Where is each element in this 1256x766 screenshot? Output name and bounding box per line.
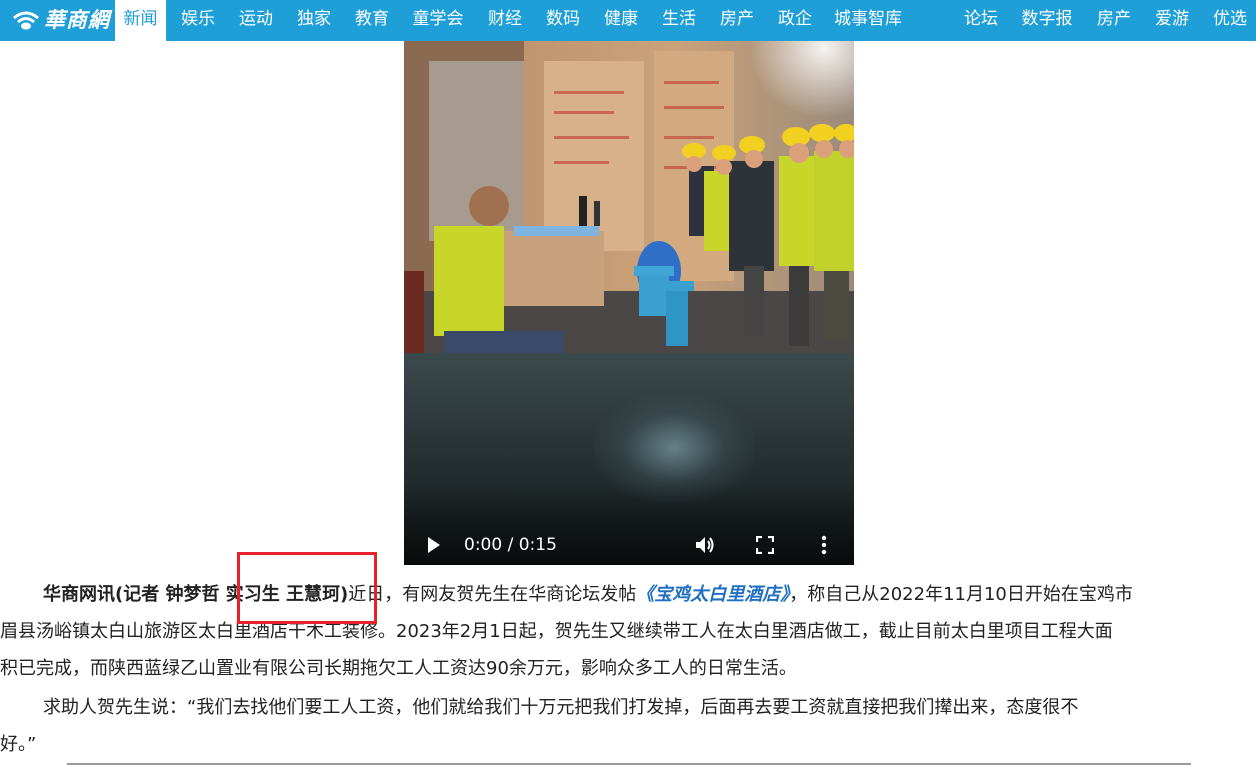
- nav-item[interactable]: 运动: [230, 0, 282, 41]
- video-controls: 0:00 / 0:15: [404, 481, 854, 565]
- play-icon[interactable]: [428, 537, 440, 553]
- nav-item[interactable]: 城事智库: [827, 0, 909, 41]
- nav-item[interactable]: 生活: [653, 0, 705, 41]
- nav-item[interactable]: 爱游: [1146, 0, 1198, 41]
- fullscreen-icon[interactable]: [756, 536, 774, 554]
- nav-item[interactable]: 童学会: [404, 0, 472, 41]
- more-vert-icon[interactable]: [821, 535, 827, 555]
- nav-item[interactable]: 健康: [595, 0, 647, 41]
- volume-icon[interactable]: [694, 534, 716, 556]
- nav-item[interactable]: 财经: [479, 0, 531, 41]
- top-nav-bar: 華商網 新闻 娱乐 运动 独家 教育 童学会 财经 数码 健康 生活 房产 政企 城事智库 论坛 数字报 房产…: [0, 0, 1256, 41]
- nav-item[interactable]: 政企: [769, 0, 821, 41]
- divider: [67, 763, 1191, 765]
- article-text: 近日，有网友贺先生在华商论坛发帖: [348, 584, 637, 605]
- forum-post-link[interactable]: 《宝鸡太白里酒店》: [636, 584, 789, 605]
- nav-item[interactable]: 房产: [711, 0, 763, 41]
- highlight-box: [237, 552, 377, 624]
- article-text-line: 积已完成，而陕西蓝绿乙山置业有限公司长期拖欠工人工资达90余万元，影响众多工人的…: [0, 658, 797, 679]
- article-text-line: 眉县汤峪镇太白山旅游区太白里酒店干木工装修。2023年2月1日起，贺先生又继续带…: [0, 621, 1113, 642]
- nav-item[interactable]: 论坛: [955, 0, 1007, 41]
- article-paragraph-1: 华商网讯(记者 钟梦哲 实习生 王慧珂)近日，有网友贺先生在华商论坛发帖《宝鸡太…: [0, 576, 1256, 687]
- nav-item[interactable]: 数码: [537, 0, 589, 41]
- nav-item[interactable]: 娱乐: [172, 0, 224, 41]
- article-paragraph-2: 求助人贺先生说：“我们去找他们要工人工资，他们就给我们十万元把我们打发掉，后面再…: [0, 689, 1256, 763]
- article-quote-line: 好。”: [0, 734, 37, 755]
- wifi-logo-icon: [13, 11, 39, 30]
- video-player[interactable]: 0:00 / 0:15: [404, 41, 854, 565]
- site-logo[interactable]: 華商網: [12, 6, 110, 34]
- nav-item[interactable]: 新闻: [115, 0, 166, 41]
- nav-item[interactable]: 教育: [346, 0, 398, 41]
- nav-item[interactable]: 数字报: [1013, 0, 1081, 41]
- nav-item[interactable]: 房产: [1088, 0, 1140, 41]
- video-time: 0:00 / 0:15: [464, 535, 557, 555]
- logo-text: 華商網: [44, 7, 110, 32]
- video-frame: [404, 41, 854, 353]
- article-quote-line: 求助人贺先生说：“我们去找他们要工人工资，他们就给我们十万元把我们打发掉，后面再…: [43, 697, 1079, 718]
- article-text: ，称自己从2022年11月10日开始在宝鸡市: [789, 584, 1133, 605]
- nav-item[interactable]: 独家: [288, 0, 340, 41]
- nav-item[interactable]: 优选: [1204, 0, 1256, 41]
